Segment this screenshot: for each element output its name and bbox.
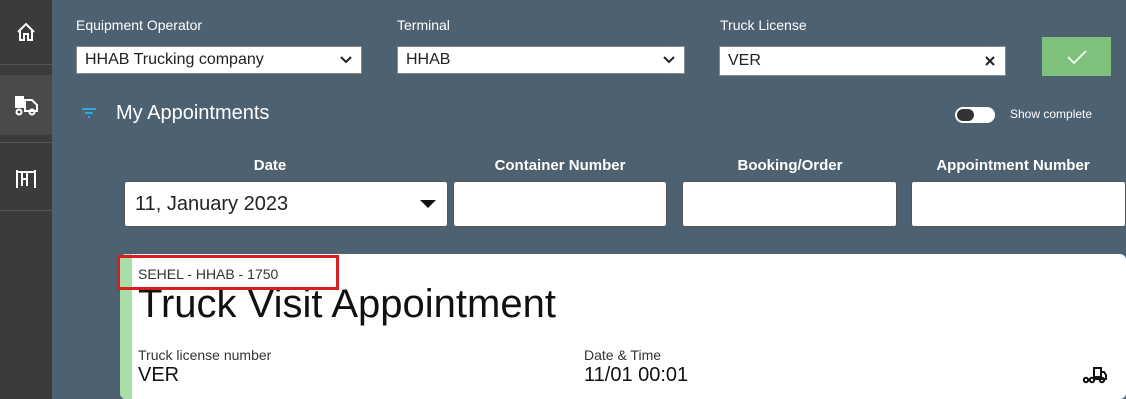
filter-icon[interactable] (80, 106, 98, 120)
sidebar (0, 0, 52, 399)
truck-icon (15, 96, 38, 116)
appointment-number-input[interactable] (911, 181, 1126, 227)
operator-label: Equipment Operator (76, 17, 203, 33)
booking-order-input[interactable] (682, 181, 897, 227)
terminal-value: HHAB (406, 51, 451, 68)
chevron-down-icon (663, 56, 675, 64)
date-value: 11, January 2023 (135, 192, 289, 215)
sidebar-item-home[interactable] (0, 0, 52, 64)
sidebar-item-truck-visits[interactable] (0, 75, 52, 135)
column-appointment: Appointment Number (936, 157, 1090, 174)
column-booking: Booking/Order (737, 157, 843, 174)
page-title: My Appointments (116, 102, 270, 124)
datetime-label: Date & Time (584, 347, 662, 363)
license-value: VER (728, 52, 761, 69)
operator-select[interactable]: HHAB Trucking company (76, 46, 362, 74)
terminal-select[interactable]: HHAB (397, 46, 685, 74)
license-input[interactable]: VER (719, 46, 1006, 76)
terminal-label: Terminal (397, 17, 450, 33)
truck-license-label: Truck license number (138, 347, 272, 363)
truck-icon (1082, 367, 1107, 384)
sidebar-item-gate[interactable] (0, 148, 52, 208)
gate-icon (16, 170, 36, 188)
apply-button[interactable] (1042, 37, 1111, 76)
checkmark-icon (1066, 49, 1087, 64)
show-complete-label: Show complete (1010, 107, 1093, 121)
caret-down-icon (420, 200, 436, 208)
date-select[interactable]: 11, January 2023 (124, 181, 448, 227)
datetime-value: 11/01 00:01 (584, 364, 689, 386)
chevron-down-icon (340, 56, 352, 64)
license-label: Truck License (720, 17, 807, 33)
container-number-input[interactable] (453, 181, 667, 227)
clear-icon[interactable] (983, 54, 997, 68)
operator-value: HHAB Trucking company (85, 51, 264, 68)
show-complete-toggle[interactable] (955, 107, 995, 123)
home-icon (17, 22, 35, 41)
truck-license-value: VER (138, 364, 180, 386)
column-date: Date (253, 157, 287, 174)
reference-highlight (117, 255, 339, 290)
column-container: Container Number (494, 157, 626, 174)
